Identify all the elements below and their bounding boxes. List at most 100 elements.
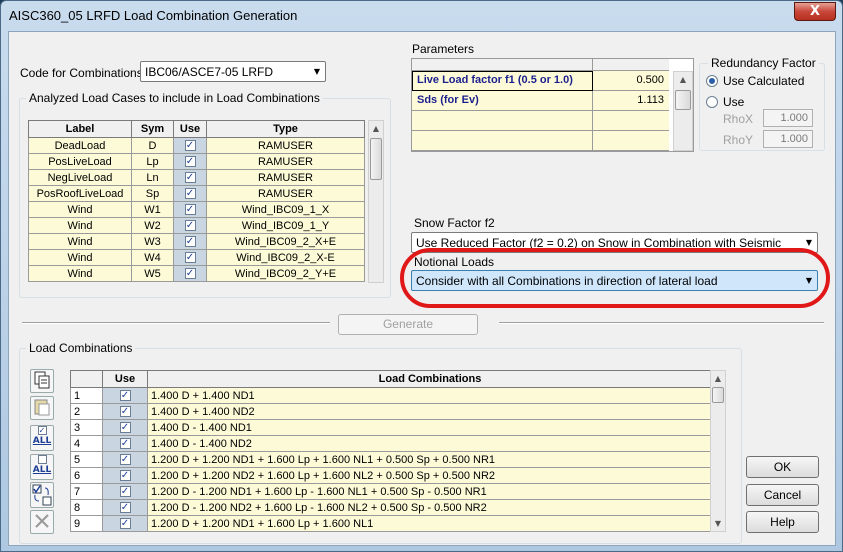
col-use-header[interactable]: Use [173, 120, 207, 138]
use-checkbox[interactable]: ✓ [184, 252, 196, 264]
deselect-all-icon[interactable]: ALL [30, 454, 54, 480]
use-checkbox[interactable]: ✓ [119, 438, 131, 450]
table-row[interactable]: PosRoofLiveLoad Sp ✓ RAMUSER [28, 185, 365, 202]
case-sym-cell[interactable]: W4 [131, 249, 174, 266]
table-row[interactable]: 1 ✓ 1.400 D + 1.400 ND1 [70, 387, 713, 404]
case-type-cell[interactable]: Wind_IBC09_2_Y+E [206, 265, 365, 282]
case-label-cell[interactable]: PosLiveLoad [28, 153, 132, 170]
combo-use-cell[interactable]: ✓ [102, 467, 148, 484]
parameter-empty-cell[interactable] [593, 131, 669, 151]
case-type-cell[interactable]: Wind_IBC09_1_Y [206, 217, 365, 234]
case-label-cell[interactable]: Wind [28, 217, 132, 234]
parameter-name-cell[interactable]: Sds (for Ev) [412, 91, 593, 111]
case-use-cell[interactable]: ✓ [173, 185, 207, 202]
parameter-value-cell[interactable]: 1.113 [593, 91, 669, 111]
table-row[interactable]: Wind W3 ✓ Wind_IBC09_2_X+E [28, 233, 365, 250]
analyzed-scrollbar[interactable]: ▲ [368, 120, 384, 283]
table-row[interactable]: Wind W4 ✓ Wind_IBC09_2_X-E [28, 249, 365, 266]
paste-icon[interactable] [30, 396, 54, 420]
table-row[interactable]: 9 ✓ 1.200 D + 1.200 ND1 + 1.600 Lp + 1.600… [70, 515, 713, 532]
table-row[interactable]: 8 ✓ 1.200 D - 1.200 ND2 + 1.600 Lp - 1.600… [70, 499, 713, 516]
ok-button[interactable]: OK [746, 456, 819, 478]
help-button[interactable]: Help [746, 511, 819, 533]
delete-icon[interactable] [30, 510, 54, 534]
select-all-icon[interactable]: ✓ ALL [30, 425, 54, 451]
use-checkbox[interactable]: ✓ [184, 172, 196, 184]
scroll-up-icon[interactable]: ▲ [711, 371, 725, 386]
case-label-cell[interactable]: Wind [28, 249, 132, 266]
combo-number-cell[interactable]: 4 [70, 435, 103, 452]
case-type-cell[interactable]: Wind_IBC09_1_X [206, 201, 365, 218]
table-row[interactable]: NegLiveLoad Ln ✓ RAMUSER [28, 169, 365, 186]
combo-number-cell[interactable]: 6 [70, 467, 103, 484]
use-checkbox[interactable]: ✓ [119, 390, 131, 402]
case-label-cell[interactable]: NegLiveLoad [28, 169, 132, 186]
use-checkbox[interactable]: ✓ [184, 156, 196, 168]
combo-use-cell[interactable]: ✓ [102, 419, 148, 436]
parameter-value-cell[interactable]: 0.500 [593, 71, 669, 91]
combo-use-cell[interactable]: ✓ [102, 403, 148, 420]
case-type-cell[interactable]: Wind_IBC09_2_X+E [206, 233, 365, 250]
generate-button[interactable]: Generate [338, 314, 478, 335]
combo-use-cell[interactable]: ✓ [102, 515, 148, 532]
scroll-up-icon[interactable]: ▲ [674, 72, 692, 87]
use-checkbox[interactable]: ✓ [119, 406, 131, 418]
combo-text-cell[interactable]: 1.400 D - 1.400 ND1 [147, 419, 713, 436]
combo-use-cell[interactable]: ✓ [102, 483, 148, 500]
table-row[interactable]: Wind W1 ✓ Wind_IBC09_1_X [28, 201, 365, 218]
col-sym-header[interactable]: Sym [131, 120, 174, 138]
case-use-cell[interactable]: ✓ [173, 201, 207, 218]
case-type-cell[interactable]: RAMUSER [206, 153, 365, 170]
case-sym-cell[interactable]: Sp [131, 185, 174, 202]
combo-use-cell[interactable]: ✓ [102, 387, 148, 404]
use-calculated-radio[interactable] [706, 75, 718, 87]
use-checkbox[interactable]: ✓ [184, 236, 196, 248]
combo-text-cell[interactable]: 1.400 D + 1.400 ND2 [147, 403, 713, 420]
use-checkbox[interactable]: ✓ [119, 454, 131, 466]
scroll-up-icon[interactable]: ▲ [369, 121, 383, 136]
col-type-header[interactable]: Type [206, 120, 365, 138]
combo-text-cell[interactable]: 1.200 D - 1.200 ND1 + 1.600 Lp - 1.600 N… [147, 483, 713, 500]
combo-use-cell[interactable]: ✓ [102, 435, 148, 452]
scroll-thumb[interactable] [370, 138, 382, 180]
case-sym-cell[interactable]: W1 [131, 201, 174, 218]
scroll-down-icon[interactable]: ▼ [711, 516, 725, 531]
case-label-cell[interactable]: PosRoofLiveLoad [28, 185, 132, 202]
use-checkbox[interactable]: ✓ [119, 422, 131, 434]
use-checkbox[interactable]: ✓ [119, 470, 131, 482]
combo-text-cell[interactable]: 1.400 D - 1.400 ND2 [147, 435, 713, 452]
case-type-cell[interactable]: RAMUSER [206, 137, 365, 154]
title-bar[interactable]: AISC360_05 LRFD Load Combination Generat… [1, 1, 842, 31]
close-button[interactable]: X [794, 2, 836, 21]
case-sym-cell[interactable]: W3 [131, 233, 174, 250]
table-row[interactable]: 2 ✓ 1.400 D + 1.400 ND2 [70, 403, 713, 420]
combo-number-cell[interactable]: 8 [70, 499, 103, 516]
combo-number-cell[interactable]: 3 [70, 419, 103, 436]
scroll-thumb[interactable] [712, 387, 724, 403]
table-row[interactable]: 5 ✓ 1.200 D + 1.200 ND1 + 1.600 Lp + 1.600… [70, 451, 713, 468]
case-type-cell[interactable]: Wind_IBC09_2_X-E [206, 249, 365, 266]
code-combo[interactable]: IBC06/ASCE7-05 LRFD ▼ [140, 61, 326, 82]
combo-number-cell[interactable]: 7 [70, 483, 103, 500]
combo-number-cell[interactable]: 1 [70, 387, 103, 404]
combo-use-cell[interactable]: ✓ [102, 499, 148, 516]
case-label-cell[interactable]: DeadLoad [28, 137, 132, 154]
case-sym-cell[interactable]: W5 [131, 265, 174, 282]
case-use-cell[interactable]: ✓ [173, 217, 207, 234]
table-row[interactable]: 4 ✓ 1.400 D - 1.400 ND2 [70, 435, 713, 452]
rhox-input[interactable]: 1.000 [763, 109, 813, 127]
use-checkbox[interactable]: ✓ [184, 268, 196, 280]
parameter-empty-cell[interactable] [412, 111, 593, 131]
use-checkbox[interactable]: ✓ [184, 188, 196, 200]
parameters-scrollbar[interactable]: ▲ [673, 71, 693, 151]
combo-number-cell[interactable]: 9 [70, 515, 103, 532]
combinations-scrollbar[interactable]: ▲ ▼ [710, 370, 726, 532]
col-combo-use-header[interactable]: Use [102, 370, 148, 388]
combo-text-cell[interactable]: 1.200 D + 1.200 ND1 + 1.600 Lp + 1.600 N… [147, 515, 713, 532]
case-use-cell[interactable]: ✓ [173, 153, 207, 170]
copy-icon[interactable] [30, 369, 54, 393]
case-use-cell[interactable]: ✓ [173, 137, 207, 154]
case-use-cell[interactable]: ✓ [173, 249, 207, 266]
case-label-cell[interactable]: Wind [28, 233, 132, 250]
table-row[interactable]: Wind W2 ✓ Wind_IBC09_1_Y [28, 217, 365, 234]
